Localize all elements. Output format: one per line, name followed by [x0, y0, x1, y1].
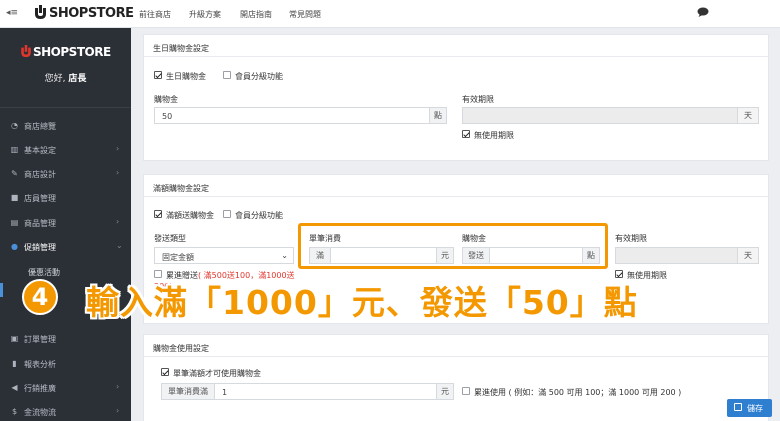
- greeting-name: 店長: [68, 74, 87, 84]
- expiry-unit: 天: [737, 247, 759, 264]
- member-level-checkbox[interactable]: [223, 210, 231, 218]
- birthday-credit-checkbox[interactable]: [154, 71, 162, 79]
- threshold-credit-label: 滿額送購物金: [166, 211, 214, 220]
- member-level-label: 會員分級功能: [235, 211, 283, 220]
- save-label: 儲存: [747, 404, 763, 413]
- amount-value: 50: [162, 112, 173, 121]
- sidebar-brand: SHOPSTORE: [20, 45, 111, 59]
- logo[interactable]: SHOPSTORE: [34, 5, 134, 21]
- nav-upgrade-plan[interactable]: 升級方案: [189, 9, 221, 20]
- expiry-input[interactable]: 天: [615, 247, 759, 264]
- cart-icon: ▤: [10, 218, 19, 227]
- chat-icon[interactable]: [697, 7, 709, 17]
- min-order-unit: 元: [436, 383, 454, 400]
- sidebar-item-basic-settings[interactable]: ▥ 基本設定 ›: [0, 141, 131, 161]
- nav-faq[interactable]: 常見問題: [289, 9, 321, 20]
- bank-icon: ▥: [10, 145, 19, 154]
- sidebar-item-label: 基本設定: [24, 146, 56, 155]
- sidebar-item-label: 商店設計: [24, 170, 56, 179]
- min-order-checkbox[interactable]: [161, 368, 169, 376]
- birthday-credit-panel: 生日購物金設定 生日購物金 會員分級功能 購物金 50 點 有效期限 天 無使用…: [143, 34, 769, 161]
- member-level-label: 會員分級功能: [235, 72, 283, 81]
- sidebar-divider: [0, 107, 131, 108]
- no-expiry-label: 無使用期限: [474, 131, 514, 140]
- sidebar-item-staff[interactable]: ■ 店員管理: [0, 189, 131, 209]
- chevron-right-icon: ›: [116, 406, 120, 415]
- step-number-badge: 4: [22, 279, 58, 315]
- member-level-checkbox[interactable]: [223, 71, 231, 79]
- brush-icon: ✎: [11, 169, 18, 178]
- chevron-down-icon: ⌄: [116, 241, 123, 250]
- order-icon: ▣: [10, 334, 19, 343]
- chevron-right-icon: ›: [116, 382, 120, 391]
- panel-title: 滿額購物金設定: [144, 175, 768, 197]
- sidebar-item-promotions[interactable]: ● 促銷管理 ⌄: [0, 238, 131, 258]
- nav-go-store[interactable]: 前往商店: [139, 9, 171, 20]
- sidebar-item-payment-logistics[interactable]: $ 金流物流 ›: [0, 403, 131, 421]
- sidebar-item-label: 商店總覽: [24, 122, 56, 131]
- nav-store-guide[interactable]: 開店指南: [240, 9, 272, 20]
- chevron-right-icon: ›: [116, 217, 120, 226]
- amount-unit: 點: [429, 107, 447, 124]
- dashboard-icon: ◔: [11, 121, 18, 130]
- lock-icon: ■: [10, 193, 19, 202]
- send-type-value: 固定金額: [162, 253, 194, 262]
- dollar-icon: $: [11, 407, 18, 416]
- chevron-down-icon: ⌄: [281, 251, 288, 260]
- no-expiry-checkbox[interactable]: [462, 130, 470, 138]
- save-button[interactable]: 儲存: [727, 399, 772, 417]
- brand-text: SHOPSTORE: [33, 45, 111, 59]
- sidebar-item-label: 促銷管理: [24, 243, 56, 252]
- save-icon: [734, 403, 742, 411]
- logo-mark-icon: [35, 5, 46, 19]
- caption-text: 輸入滿「1000」元、發送「50」點: [86, 283, 638, 322]
- amount-input[interactable]: 50 點: [154, 107, 447, 124]
- sidebar-item-label: 行銷推廣: [24, 384, 56, 393]
- sidebar: SHOPSTORE 您好, 店長 ◔ 商店總覽 ▥ 基本設定 › ✎ 商店設計 › ■ 店員…: [0, 28, 131, 421]
- menu-toggle-icon[interactable]: ◂≡: [6, 8, 18, 18]
- min-order-prefix: 單筆消費滿: [161, 383, 215, 400]
- sidebar-item-label: 訂單管理: [24, 335, 56, 344]
- panel-title: 購物金使用設定: [144, 335, 768, 357]
- brand-mark-icon: [21, 45, 31, 58]
- threshold-credit-checkbox[interactable]: [154, 210, 162, 218]
- active-indicator: [0, 283, 3, 297]
- min-order-label: 單筆滿額才可使用購物金: [173, 369, 261, 378]
- sidebar-item-label: 商品管理: [24, 219, 56, 228]
- sidebar-item-store-design[interactable]: ✎ 商店設計 ›: [0, 165, 131, 185]
- highlight-box: [298, 223, 608, 269]
- min-order-value: 1: [222, 388, 228, 397]
- top-bar: ◂≡ SHOPSTORE 前往商店 升級方案 開店指南 常見問題: [0, 0, 780, 28]
- sidebar-item-label: 金流物流: [24, 408, 56, 417]
- panel-title: 生日購物金設定: [144, 35, 768, 57]
- greeting: 您好, 店長: [0, 71, 131, 84]
- megaphone-icon: ◀: [11, 383, 18, 392]
- min-order-input[interactable]: 單筆消費滿 1 元: [161, 383, 454, 400]
- sidebar-item-marketing[interactable]: ◀ 行銷推廣 ›: [0, 379, 131, 399]
- greeting-prefix: 您好,: [44, 74, 69, 84]
- credit-usage-panel: 購物金使用設定 單筆滿額才可使用購物金 單筆消費滿 1 元 累進使用 ( 例如：…: [143, 334, 769, 421]
- sidebar-item-label: 店員管理: [24, 194, 56, 203]
- chart-icon: ▮: [12, 359, 17, 368]
- sidebar-item-overview[interactable]: ◔ 商店總覽: [0, 117, 131, 137]
- send-type-select[interactable]: 固定金額 ⌄: [154, 247, 294, 264]
- expiry-label: 有效期限: [615, 234, 647, 243]
- send-type-label: 發送類型: [154, 234, 186, 243]
- logo-text: SHOPSTORE: [49, 6, 134, 21]
- expiry-input[interactable]: 天: [462, 107, 759, 124]
- amount-label: 購物金: [154, 95, 178, 104]
- chevron-right-icon: ›: [116, 144, 120, 153]
- birthday-credit-label: 生日購物金: [166, 72, 206, 81]
- chevron-right-icon: ›: [116, 168, 120, 177]
- expiry-unit: 天: [737, 107, 759, 124]
- tutorial-caption: 4 輸入滿「1000」元、發送「50」點: [4, 276, 780, 322]
- sidebar-item-orders[interactable]: ▣ 訂單管理: [0, 330, 131, 350]
- sidebar-item-products[interactable]: ▤ 商品管理 ›: [0, 214, 131, 234]
- cumulative-usage-checkbox[interactable]: [462, 387, 470, 395]
- sidebar-item-reports[interactable]: ▮ 報表分析: [0, 355, 131, 375]
- cumulative-usage-label: 累進使用 ( 例如：滿 500 可用 100；滿 1000 可用 200 ): [474, 388, 682, 397]
- expiry-label: 有效期限: [462, 95, 494, 104]
- promo-icon: ●: [11, 242, 18, 251]
- sidebar-item-label: 報表分析: [24, 360, 56, 369]
